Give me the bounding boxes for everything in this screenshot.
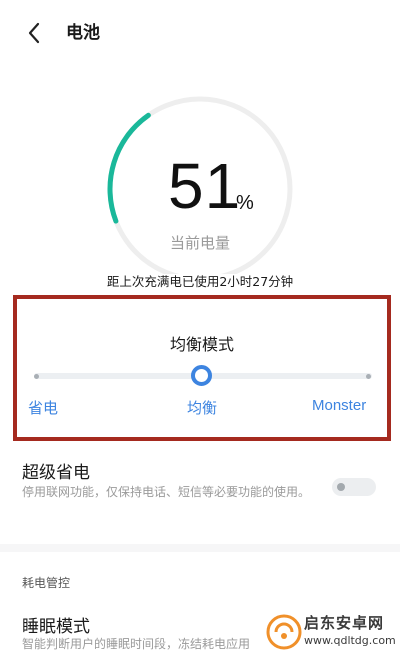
page-title: 电池 [66, 23, 100, 43]
chevron-left-icon [28, 22, 40, 44]
header-bar: 电池 [0, 0, 400, 64]
watermark-url: www.qdltdg.com [304, 634, 396, 647]
power-mode-panel: 均衡模式 省电 均衡 Monster [13, 295, 391, 441]
watermark-logo-icon [266, 614, 302, 650]
watermark-text: 启东安卓网 [304, 614, 385, 632]
super-saver-description: 停用联网功能，仅保持电话、短信等必要功能的使用。 [22, 485, 311, 499]
mode-option-balanced[interactable]: 均衡 [187, 397, 217, 418]
sleep-mode-description: 智能判断用户的睡眠时间段，冻结耗电应用 [22, 637, 251, 651]
super-saver-title: 超级省电 [22, 463, 90, 483]
mode-option-monster[interactable]: Monster [312, 397, 366, 414]
slider-stop-dot [34, 373, 39, 379]
battery-percent-unit: % [236, 192, 254, 214]
battery-caption: 当前电量 [169, 234, 230, 252]
battery-percent: 51 [168, 150, 242, 222]
super-saver-toggle[interactable] [332, 478, 376, 496]
section-divider [0, 544, 400, 552]
section-title-consumption: 耗电管控 [22, 576, 71, 590]
toggle-knob [337, 483, 345, 491]
gauge-level-arc [107, 112, 151, 224]
usage-since-full-charge: 距上次充满电已使用2小时27分钟 [106, 274, 294, 289]
battery-gauge: 51 % 当前电量 [0, 84, 400, 274]
mode-option-power-saving[interactable]: 省电 [28, 397, 58, 418]
slider-stop-dot [366, 373, 371, 379]
site-watermark: 启东安卓网 www.qdltdg.com [264, 608, 400, 656]
back-button[interactable] [22, 20, 48, 46]
power-mode-slider-thumb[interactable] [191, 365, 212, 386]
sleep-mode-title[interactable]: 睡眠模式 [22, 612, 90, 637]
power-mode-title: 均衡模式 [169, 335, 234, 354]
